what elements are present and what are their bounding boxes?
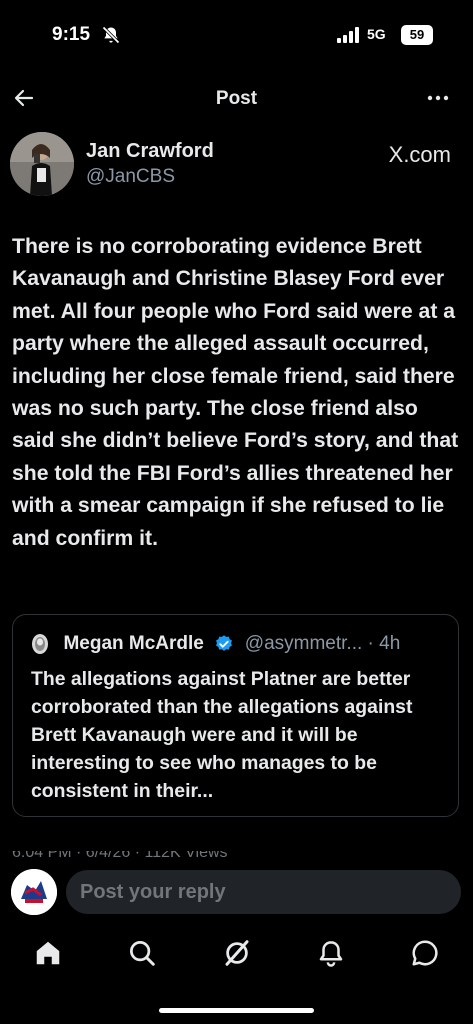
quoted-post[interactable]: Megan McArdle @asymmetr... · 4h The alle… [12,614,459,817]
page-title: Post [215,88,258,109]
bottom-tab-bar [0,930,473,980]
network-type: 5G [367,26,386,42]
post-text: There is no corroborating evidence Brett… [12,235,459,550]
home-icon [36,941,60,965]
author-avatar[interactable] [10,132,74,196]
signal-bars-icon [337,27,359,43]
status-bar: 9:15 5G 59 [0,0,473,64]
author-handle[interactable]: @JanCBS [86,166,175,188]
reply-input[interactable] [66,870,461,914]
post-header: Post [0,80,473,116]
tab-notifications[interactable] [316,938,346,968]
search-icon [130,941,155,966]
more-options-icon[interactable] [426,86,450,110]
my-avatar[interactable] [11,869,57,915]
home-indicator[interactable] [159,1008,314,1013]
quoted-author-handle: @asymmetr... · 4h [244,633,401,654]
tab-search[interactable] [127,938,157,968]
verified-badge-icon [216,635,233,651]
status-time: 9:15 [52,24,91,45]
tab-grok[interactable] [222,938,252,968]
author-name[interactable]: Jan Crawford [86,140,214,163]
battery-level: 59 [401,25,433,45]
bell-slash-icon [102,26,120,44]
quoted-post-header: Megan McArdle @asymmetr... · 4h [31,633,451,657]
tab-messages[interactable] [410,938,440,968]
post-author: Jan Crawford @JanCBS X.com [10,132,463,198]
source-watermark: X.com [388,142,451,167]
quoted-author-avatar [32,634,48,654]
quoted-author-name: Megan McArdle [63,633,204,654]
tab-home[interactable] [33,938,63,968]
grok-icon [225,940,249,966]
quoted-post-text: The allegations against Platner are bett… [31,668,413,802]
message-bubble-icon [412,940,438,966]
bell-icon [319,941,343,967]
reply-bar [0,861,473,923]
